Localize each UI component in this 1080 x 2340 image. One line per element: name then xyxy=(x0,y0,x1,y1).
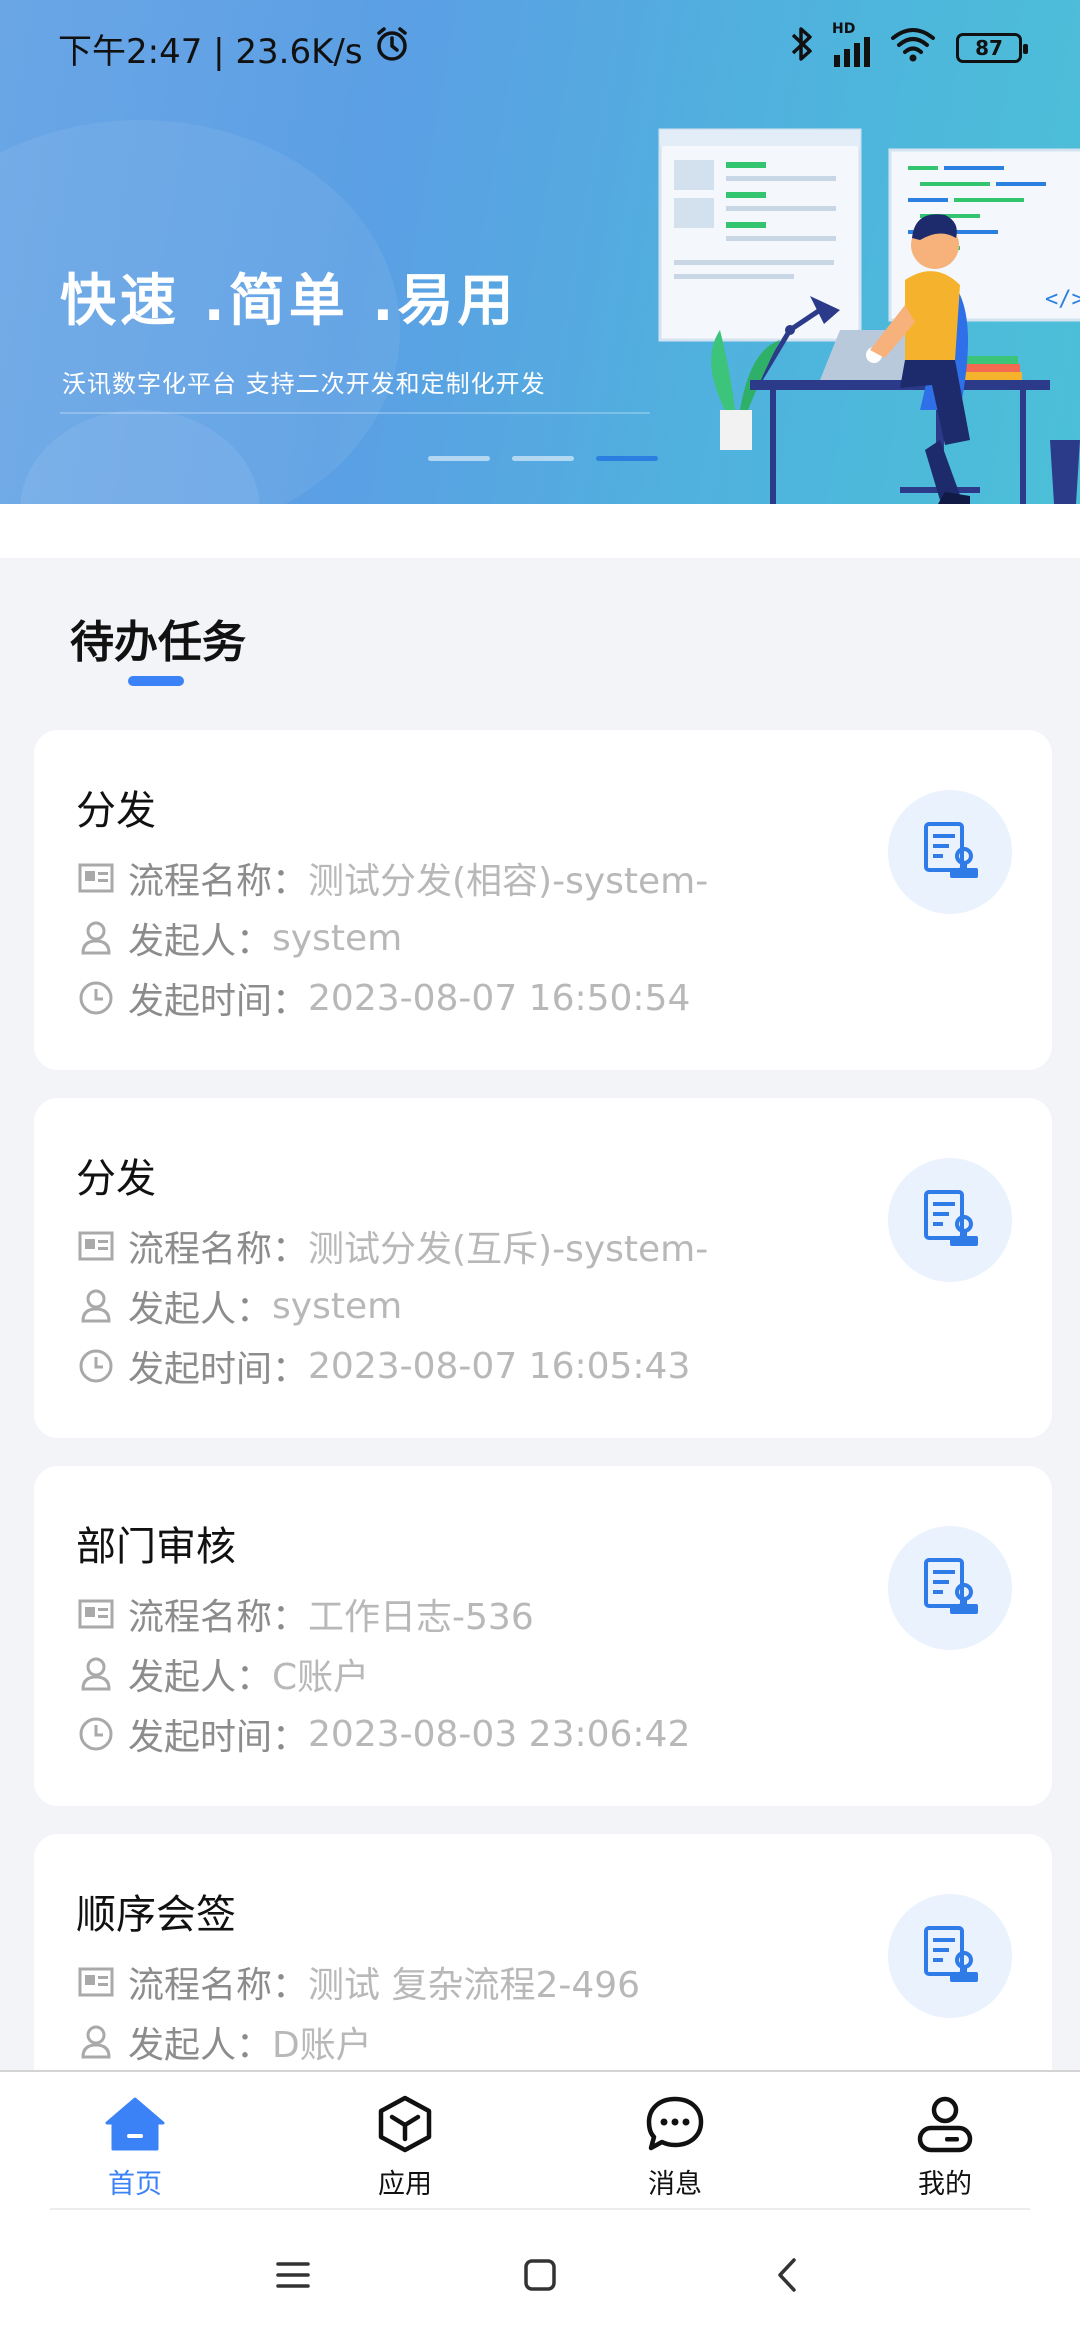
chat-icon xyxy=(643,2092,707,2156)
process-label: 流程名称： xyxy=(128,1597,309,1638)
alarm-icon xyxy=(373,25,411,72)
id-card-icon xyxy=(76,1594,116,1634)
section-underline xyxy=(128,676,184,686)
battery-icon: 87 xyxy=(956,33,1028,63)
process-label: 流程名称： xyxy=(128,861,309,902)
carousel-dot[interactable] xyxy=(512,456,574,461)
system-navigation-bar xyxy=(0,2210,1080,2340)
task-initiator-row: 发起人： D账户 xyxy=(76,2016,372,2068)
id-card-icon xyxy=(76,858,116,898)
time-value: 2023-08-03 23:06:42 xyxy=(308,1713,691,1755)
process-label: 流程名称： xyxy=(128,1965,309,2006)
task-title: 分发 xyxy=(76,788,156,834)
task-badge xyxy=(888,790,1012,914)
clock-icon xyxy=(76,978,116,1018)
process-value: 工作日志-536 xyxy=(308,1597,534,1638)
task-badge xyxy=(888,1894,1012,2018)
back-icon[interactable] xyxy=(757,2245,817,2305)
task-process-row: 流程名称： 测试分发(互斥)-system- xyxy=(76,1220,708,1272)
developer-illustration: </> xyxy=(658,128,1080,504)
status-bar: 下午2:47 | 23.6K/s HD 87 xyxy=(0,0,1080,96)
tab-messages[interactable]: 消息 xyxy=(540,2072,810,2210)
cube-icon xyxy=(373,2092,437,2156)
code-tag: </> xyxy=(1045,287,1080,312)
document-approval-icon xyxy=(918,1922,982,1990)
tab-home[interactable]: 首页 xyxy=(0,2072,270,2210)
task-title: 部门审核 xyxy=(76,1524,236,1570)
tab-label: 首页 xyxy=(108,2169,162,2200)
carousel-dot[interactable] xyxy=(428,456,490,461)
initiator-value: C账户 xyxy=(272,1657,370,1698)
carousel-indicator xyxy=(428,456,658,461)
tab-label: 我的 xyxy=(918,2169,972,2200)
signal-icon: HD xyxy=(832,21,870,67)
wifi-icon xyxy=(890,26,936,71)
task-card[interactable]: 分发 流程名称： 测试分发(互斥)-system- 发起人： system 发起… xyxy=(34,1098,1052,1438)
banner-spacer xyxy=(0,504,1080,558)
task-process-row: 流程名称： 测试分发(相容)-system- xyxy=(76,852,708,904)
task-initiator-row: 发起人： system xyxy=(76,912,402,964)
task-title: 分发 xyxy=(76,1156,156,1202)
network-type-label: HD xyxy=(832,21,856,37)
document-approval-icon xyxy=(918,818,982,886)
time-label: 发起时间： xyxy=(128,1349,309,1390)
battery-level: 87 xyxy=(975,36,1003,60)
person-icon xyxy=(76,1286,116,1326)
initiator-value: system xyxy=(272,1285,403,1327)
document-approval-icon xyxy=(918,1554,982,1622)
document-approval-icon xyxy=(918,1186,982,1254)
task-time-row: 发起时间： 2023-08-03 23:06:42 xyxy=(76,1708,690,1760)
home-icon xyxy=(103,2092,167,2156)
process-value: 测试 复杂流程2-496 xyxy=(308,1965,641,2006)
process-value: 测试分发(互斥)-system- xyxy=(308,1229,709,1270)
tab-label: 消息 xyxy=(648,2169,702,2200)
time-label: 发起时间： xyxy=(128,981,309,1022)
process-value: 测试分发(相容)-system- xyxy=(308,861,709,902)
banner-divider xyxy=(60,412,650,414)
clock-icon xyxy=(76,1714,116,1754)
task-badge xyxy=(888,1158,1012,1282)
carousel-dot-active[interactable] xyxy=(596,456,658,461)
task-initiator-row: 发起人： C账户 xyxy=(76,1648,369,1700)
time-value: 2023-08-07 16:50:54 xyxy=(308,977,691,1019)
id-card-icon xyxy=(76,1962,116,2002)
clock-icon xyxy=(76,1346,116,1386)
menu-icon[interactable] xyxy=(263,2245,323,2305)
initiator-label: 发起人： xyxy=(128,2025,273,2066)
initiator-label: 发起人： xyxy=(128,921,273,962)
person-icon xyxy=(76,1654,116,1694)
task-process-row: 流程名称： 测试 复杂流程2-496 xyxy=(76,1956,640,2008)
task-title: 顺序会签 xyxy=(76,1892,236,1938)
initiator-value: system xyxy=(272,917,403,959)
task-time-row: 发起时间： 2023-08-07 16:50:54 xyxy=(76,972,690,1024)
user-icon xyxy=(913,2092,977,2156)
tab-apps[interactable]: 应用 xyxy=(270,2072,540,2210)
tab-label: 应用 xyxy=(378,2169,432,2200)
time-value: 2023-08-07 16:05:43 xyxy=(308,1345,691,1387)
home-square-icon[interactable] xyxy=(510,2245,570,2305)
status-time: 下午2:47 | 23.6K/s xyxy=(58,31,363,72)
task-process-row: 流程名称： 工作日志-536 xyxy=(76,1588,534,1640)
task-badge xyxy=(888,1526,1012,1650)
person-icon xyxy=(76,2022,116,2062)
task-time-row: 发起时间： 2023-08-07 16:05:43 xyxy=(76,1340,690,1392)
initiator-label: 发起人： xyxy=(128,1289,273,1330)
process-label: 流程名称： xyxy=(128,1229,309,1270)
task-initiator-row: 发起人： system xyxy=(76,1280,402,1332)
section-title: 待办任务 xyxy=(70,617,246,668)
banner-subtitle: 沃讯数字化平台 支持二次开发和定制化开发 xyxy=(62,370,546,398)
banner-carousel[interactable]: 下午2:47 | 23.6K/s HD 87 快速 .简单 .易用 沃讯数字化平… xyxy=(0,0,1080,504)
person-icon xyxy=(76,918,116,958)
initiator-label: 发起人： xyxy=(128,1657,273,1698)
task-card[interactable]: 分发 流程名称： 测试分发(相容)-system- 发起人： system 发起… xyxy=(34,730,1052,1070)
bluetooth-icon xyxy=(790,24,814,73)
id-card-icon xyxy=(76,1226,116,1266)
time-label: 发起时间： xyxy=(128,1717,309,1758)
task-card[interactable]: 部门审核 流程名称： 工作日志-536 发起人： C账户 发起时间： 2023-… xyxy=(34,1466,1052,1806)
bottom-tab-bar: 首页 应用 消息 我的 xyxy=(0,2070,1080,2210)
initiator-value: D账户 xyxy=(272,2025,372,2066)
banner-title: 快速 .简单 .易用 xyxy=(60,269,518,334)
tab-profile[interactable]: 我的 xyxy=(810,2072,1080,2210)
